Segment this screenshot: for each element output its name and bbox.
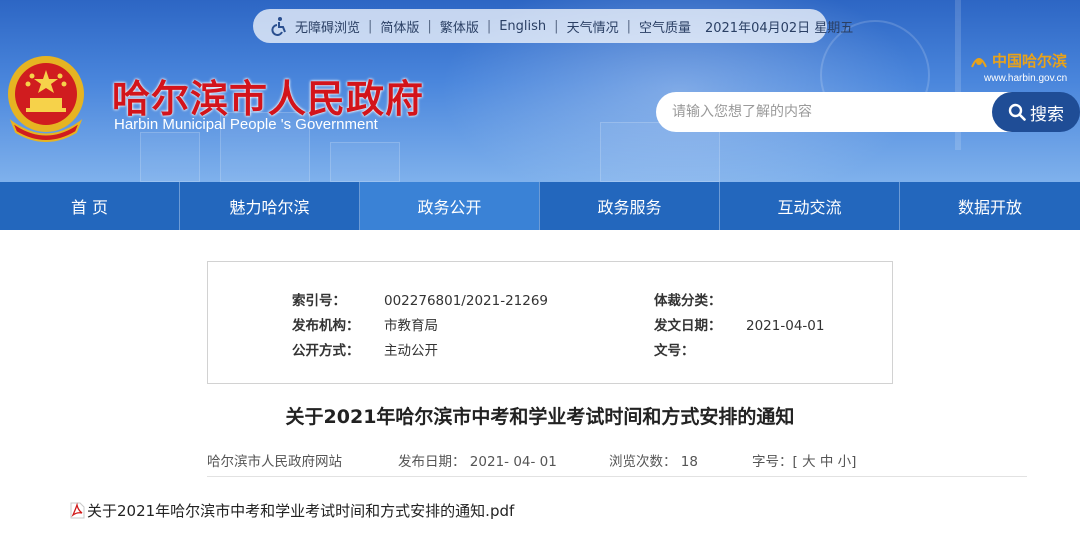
meta-org-value: 市教育局 xyxy=(384,318,438,334)
meta-docno-label: 文号： xyxy=(654,343,695,359)
meta-docno-row: 文号： xyxy=(654,339,746,359)
meta-genre-label: 体裁分类： xyxy=(654,293,722,309)
banner-building xyxy=(330,142,400,182)
brand-name-text: 中国哈尔滨 xyxy=(992,52,1068,70)
views-label: 浏览次数： xyxy=(609,454,677,470)
topbar-link-accessible[interactable]: 无障碍浏览 xyxy=(295,17,360,36)
article-publish-date: 发布日期： 2021- 04- 01 xyxy=(398,450,557,470)
nav-item-interaction[interactable]: 互动交流 xyxy=(720,182,900,230)
nav-item-government-services[interactable]: 政务服务 xyxy=(540,182,720,230)
topbar-link-simplified[interactable]: 简体版 xyxy=(380,17,419,36)
page: 无障碍浏览 | 简体版 | 繁体版 | English | 天气情况 | 空气质… xyxy=(0,0,1080,533)
meta-index-label: 索引号： xyxy=(292,293,346,309)
meta-genre-row: 体裁分类： xyxy=(654,289,746,309)
main-nav: 首 页 魅力哈尔滨 政务公开 政务服务 互动交流 数据开放 xyxy=(0,182,1080,230)
meta-org-row: 发布机构： 市教育局 xyxy=(292,314,438,334)
national-emblem-icon xyxy=(2,52,90,142)
pdf-icon xyxy=(70,502,85,519)
font-size-small-link[interactable]: 小 xyxy=(838,454,852,470)
font-size-switcher: 字号：[ 大 中 小] xyxy=(752,450,856,470)
topbar-separator: | xyxy=(486,18,492,34)
topbar-link-weather[interactable]: 天气情况 xyxy=(567,17,619,36)
article-source: 哈尔滨市人民政府网站 xyxy=(207,454,342,470)
search-button[interactable]: 搜索 xyxy=(992,92,1080,132)
views-count: 18 xyxy=(680,454,698,470)
meta-open-value: 主动公开 xyxy=(384,343,438,359)
meta-org-label: 发布机构： xyxy=(292,318,360,334)
meta-date-value: 2021-04-01 xyxy=(746,318,825,334)
article-views: 浏览次数： 18 xyxy=(609,450,698,470)
search-input[interactable] xyxy=(656,92,1016,132)
brand-logo: 中国哈尔滨 www.harbin.gov.cn xyxy=(970,50,1074,84)
nav-item-open-data[interactable]: 数据开放 xyxy=(900,182,1080,230)
topbar-link-english[interactable]: English xyxy=(499,19,546,34)
attachment-link[interactable]: 关于2021年哈尔滨市中考和学业考试时间和方式安排的通知.pdf xyxy=(70,500,514,521)
topbar-date: 2021年04月02日 星期五 xyxy=(704,20,854,36)
top-utility-bar: 无障碍浏览 | 简体版 | 繁体版 | English | 天气情况 | 空气质… xyxy=(253,9,853,43)
topbar-link-air-quality[interactable]: 空气质量 xyxy=(639,17,691,36)
font-size-label: 字号：[ xyxy=(752,454,798,470)
document-meta-box: 索引号： 002276801/2021-21269 发布机构： 市教育局 公开方式：… xyxy=(207,261,893,384)
meta-open-label: 公开方式： xyxy=(292,343,360,359)
content-divider xyxy=(207,476,1027,477)
publish-date-value: 2021- 04- 01 xyxy=(469,454,557,470)
topbar-separator: | xyxy=(554,18,559,34)
meta-index-row: 索引号： 002276801/2021-21269 xyxy=(292,289,548,309)
search-icon xyxy=(1008,103,1026,121)
font-size-large-link[interactable]: 大 xyxy=(802,454,816,470)
nav-item-government-affairs[interactable]: 政务公开 xyxy=(360,182,540,230)
nav-item-charm-harbin[interactable]: 魅力哈尔滨 xyxy=(180,182,360,230)
search-bar: 搜索 xyxy=(656,92,1080,132)
meta-date-label: 发文日期： xyxy=(654,318,722,334)
font-size-medium-link[interactable]: 中 xyxy=(820,454,834,470)
font-size-close-bracket: ] xyxy=(851,454,857,470)
brand-name: 中国哈尔滨 xyxy=(970,50,1074,71)
banner-building xyxy=(140,132,200,182)
brand-mark-icon xyxy=(970,53,988,69)
header-banner: 无障碍浏览 | 简体版 | 繁体版 | English | 天气情况 | 空气质… xyxy=(0,0,1080,182)
publish-date-label: 发布日期： xyxy=(398,454,466,470)
attachment-filename: 关于2021年哈尔滨市中考和学业考试时间和方式安排的通知.pdf xyxy=(87,502,515,520)
brand-url: www.harbin.gov.cn xyxy=(984,73,1068,84)
accessibility-icon[interactable] xyxy=(269,16,289,36)
meta-date-row: 发文日期： 2021-04-01 xyxy=(654,314,824,334)
meta-open-row: 公开方式： 主动公开 xyxy=(292,339,438,359)
topbar-separator: | xyxy=(368,18,373,34)
meta-index-value: 002276801/2021-21269 xyxy=(384,293,549,309)
site-title-cn: 哈尔滨市人民政府 xyxy=(112,76,425,121)
topbar-separator: | xyxy=(427,18,432,34)
site-title-en: Harbin Municipal People 's Government xyxy=(114,116,378,133)
article-title: 关于2021年哈尔滨市中考和学业考试时间和方式安排的通知 xyxy=(285,406,795,428)
search-button-label: 搜索 xyxy=(1030,104,1064,125)
nav-item-home[interactable]: 首 页 xyxy=(0,182,180,230)
topbar-separator: | xyxy=(626,18,631,34)
topbar-link-traditional[interactable]: 繁体版 xyxy=(440,17,479,36)
